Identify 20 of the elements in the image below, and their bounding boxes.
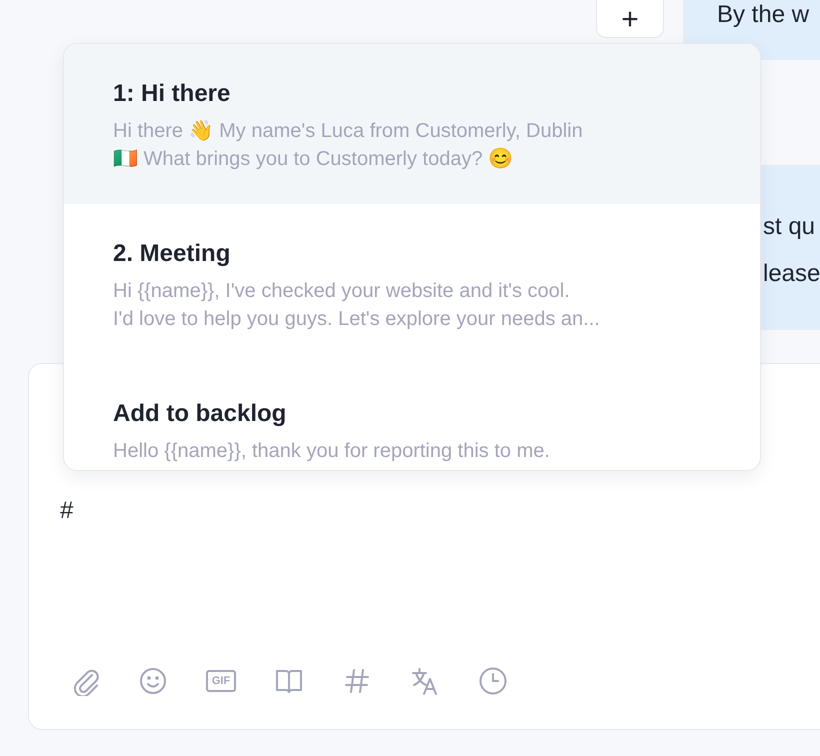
snippet-title: Add to backlog (113, 399, 286, 429)
translate-icon[interactable] (410, 666, 440, 696)
snippet-item[interactable]: 2. Meeting Hi {{name}}, I've checked your website and it's cool. I'd love to help you guys. Let's explore your needs an... (64, 204, 760, 364)
smiley-icon[interactable] (138, 666, 168, 696)
message-text: st qu (763, 212, 816, 242)
add-button[interactable]: + (596, 0, 664, 38)
snippet-preview-line: Hi there 👋 My name's Luca from Customerly, Dublin (113, 118, 583, 144)
message-field[interactable]: # (60, 494, 660, 654)
snippet-preview-line: Hello {{name}}, thank you for reporting this to me. (113, 439, 550, 464)
snippet-preview-line: 🇮🇪 What brings you to Customerly today? 😊 (113, 146, 514, 172)
snippet-item[interactable]: 1: Hi there Hi there 👋 My name's Luca from Customerly, Dublin 🇮🇪 What brings you to Customerly today? 😊 (64, 44, 760, 204)
message-text: By the w (717, 0, 810, 30)
clock-icon[interactable] (478, 666, 508, 696)
message-text: lease (763, 259, 820, 289)
snippet-title: 1: Hi there (113, 79, 230, 109)
snippet-preview-line: I'd love to help you guys. Let's explore your needs an... (113, 307, 600, 332)
hash-icon[interactable] (342, 666, 372, 696)
snippet-preview-line: Hi {{name}}, I've checked your website and it's cool. (113, 279, 570, 304)
snippet-item[interactable]: Add to backlog Hello {{name}}, thank you for reporting this to me. (64, 364, 760, 470)
snippet-title: 2. Meeting (113, 239, 230, 269)
